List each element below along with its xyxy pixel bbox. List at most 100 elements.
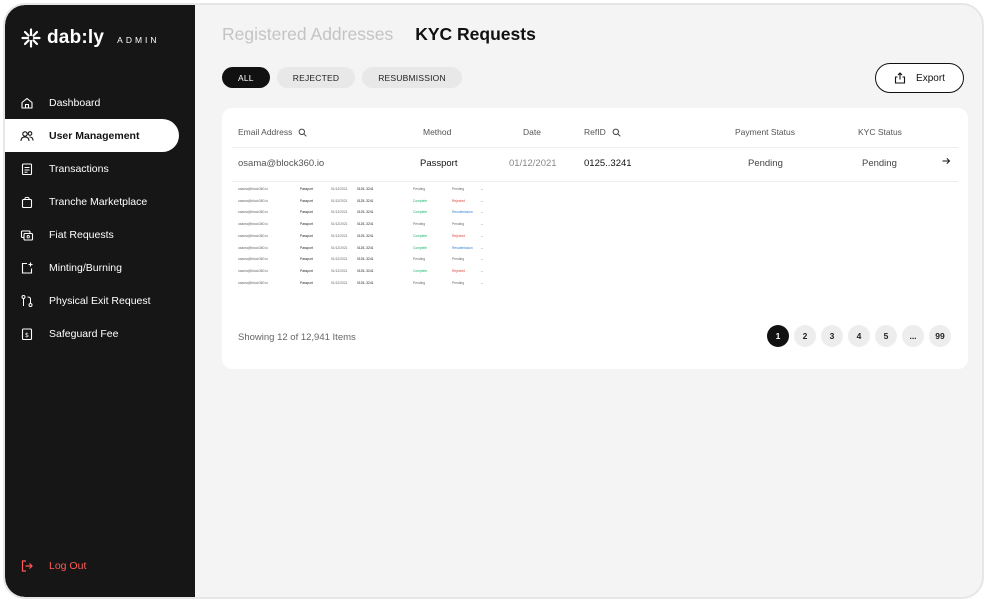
- header-divider: [232, 147, 958, 148]
- column-date: Date: [523, 127, 541, 137]
- page-button[interactable]: 99: [929, 325, 951, 347]
- search-icon[interactable]: [612, 128, 621, 137]
- table-row[interactable]: osama@block360.io Passport 01/12/2021 0125.…: [238, 255, 498, 264]
- cell-payment: Pending: [413, 187, 426, 191]
- cell-kyc-status: Pending: [862, 158, 897, 169]
- cell-kyc: Rejected: [452, 268, 466, 273]
- column-kyc-label: KYC Status: [858, 127, 902, 137]
- cell-date: 01/12/2021: [331, 210, 348, 215]
- cell-payment: Pending: [413, 222, 426, 227]
- column-email: Email Address: [238, 127, 307, 137]
- sidebar-item-user-management[interactable]: User Management: [5, 119, 179, 152]
- pagination: 1 2 3 4 5 ... 99: [762, 325, 951, 347]
- tab-kyc-requests[interactable]: KYC Requests: [415, 24, 536, 45]
- arrow-right-icon[interactable]: →: [480, 257, 483, 261]
- cell-payment: Complete: [413, 233, 428, 238]
- filter-resubmission[interactable]: RESUBMISSION: [362, 67, 462, 88]
- page-button[interactable]: 1: [767, 325, 789, 347]
- table-row[interactable]: osama@block360.io Passport 01/12/2021 0125.…: [238, 185, 498, 194]
- sidebar-item-physical-exit-request[interactable]: Physical Exit Request: [5, 284, 195, 317]
- mint-icon: [20, 261, 34, 275]
- arrow-right-icon[interactable]: →: [480, 234, 483, 238]
- export-button[interactable]: Export: [875, 63, 964, 93]
- cell-method: Passport: [300, 280, 314, 285]
- page-button[interactable]: 3: [821, 325, 843, 347]
- arrow-right-icon[interactable]: →: [480, 187, 483, 191]
- cell-refid: 0125..3241: [357, 268, 374, 273]
- search-icon[interactable]: [298, 128, 307, 137]
- cell-email: osama@block360.io: [238, 187, 268, 191]
- sidebar-item-minting-burning[interactable]: Minting/Burning: [5, 251, 195, 284]
- items-count: Showing 12 of 12,941 Items: [238, 332, 356, 343]
- page-button[interactable]: 5: [875, 325, 897, 347]
- brand-logo-icon: [21, 28, 41, 48]
- cell-kyc: Pending: [452, 257, 465, 262]
- table-row[interactable]: osama@block360.io Passport 01/12/2021 0125.…: [238, 232, 498, 241]
- cell-payment: Pending: [413, 280, 426, 285]
- cell-method: Passport: [300, 233, 314, 238]
- sidebar-item-label: User Management: [49, 129, 140, 142]
- table-row[interactable]: osama@block360.io Passport 01/12/2021 0125.…: [238, 208, 498, 217]
- column-payment-label: Payment Status: [735, 127, 796, 137]
- table-row[interactable]: osama@block360.io Passport 01/12/2021 01…: [222, 154, 968, 174]
- cell-kyc: Rejected: [452, 233, 466, 238]
- sidebar-item-label: Minting/Burning: [49, 261, 122, 274]
- table-row[interactable]: osama@block360.io Passport 01/12/2021 0125.…: [238, 244, 498, 253]
- column-method-label: Method: [423, 127, 452, 137]
- page-button[interactable]: 4: [848, 325, 870, 347]
- sidebar-item-dashboard[interactable]: Dashboard: [5, 86, 195, 119]
- cell-kyc: Rejected: [452, 198, 466, 203]
- page-tabs: Registered Addresses KYC Requests: [222, 24, 558, 45]
- sidebar-nav: Dashboard User Management Transactions T…: [5, 86, 195, 350]
- cell-date: 01/12/2021: [509, 158, 557, 169]
- cell-method: Passport: [300, 257, 314, 262]
- cell-kyc: Pending: [452, 222, 465, 227]
- filter-all[interactable]: ALL: [222, 67, 270, 88]
- sidebar-item-tranche-marketplace[interactable]: Tranche Marketplace: [5, 185, 195, 218]
- cell-email: osama@block360.io: [238, 222, 268, 227]
- brand-tag: ADMIN: [117, 34, 160, 45]
- sidebar-item-label: Transactions: [49, 162, 109, 175]
- sidebar-item-fiat-requests[interactable]: Fiat Requests: [5, 218, 195, 251]
- cell-method: Passport: [300, 222, 314, 227]
- cell-payment: Complete: [413, 210, 428, 215]
- cell-date: 01/12/2021: [331, 198, 348, 203]
- arrow-right-icon[interactable]: →: [480, 246, 483, 250]
- arrow-right-icon[interactable]: →: [480, 269, 483, 273]
- cell-method: Passport: [420, 158, 458, 169]
- upload-icon: [894, 72, 906, 84]
- sidebar-item-transactions[interactable]: Transactions: [5, 152, 195, 185]
- main-content: Registered Addresses KYC Requests ALL RE…: [195, 5, 982, 597]
- logout-label: Log Out: [49, 560, 87, 572]
- logout-button[interactable]: Log Out: [20, 559, 86, 573]
- arrow-right-icon[interactable]: →: [480, 199, 483, 203]
- cell-payment: Complete: [413, 268, 428, 273]
- cell-refid: 0125..3241: [584, 158, 632, 169]
- tab-registered-addresses[interactable]: Registered Addresses: [222, 24, 393, 45]
- table-row[interactable]: osama@block360.io Passport 01/12/2021 0125.…: [238, 220, 498, 229]
- table-row[interactable]: osama@block360.io Passport 01/12/2021 0125.…: [238, 197, 498, 206]
- kyc-table-card: Email Address Method Date RefID Payment …: [222, 108, 968, 369]
- arrow-right-icon[interactable]: →: [480, 281, 483, 285]
- svg-text:$: $: [25, 331, 29, 339]
- cell-date: 01/12/2021: [331, 222, 348, 227]
- cell-email: osama@block360.io: [238, 210, 268, 215]
- filter-rejected[interactable]: REJECTED: [276, 67, 356, 88]
- sidebar-item-safeguard-fee[interactable]: $ Safeguard Fee: [5, 317, 195, 350]
- column-refid-label: RefID: [584, 127, 606, 137]
- cell-email: osama@block360.io: [238, 280, 268, 285]
- column-refid: RefID: [584, 127, 621, 137]
- arrow-right-icon[interactable]: →: [480, 222, 483, 226]
- cell-email: osama@block360.io: [238, 257, 268, 262]
- sidebar-item-label: Dashboard: [49, 96, 101, 109]
- page-ellipsis[interactable]: ...: [902, 325, 924, 347]
- table-row[interactable]: osama@block360.io Passport 01/12/2021 0125.…: [238, 267, 498, 276]
- arrow-right-icon[interactable]: →: [480, 210, 483, 214]
- arrow-right-icon[interactable]: [941, 156, 951, 166]
- page-button[interactable]: 2: [794, 325, 816, 347]
- cell-kyc: Resubmission: [452, 210, 473, 215]
- table-row[interactable]: osama@block360.io Passport 01/12/2021 0125.…: [238, 279, 498, 288]
- cell-kyc: Pending: [452, 280, 465, 285]
- cell-email: osama@block360.io: [238, 245, 268, 250]
- cell-refid: 0125..3241: [357, 233, 374, 238]
